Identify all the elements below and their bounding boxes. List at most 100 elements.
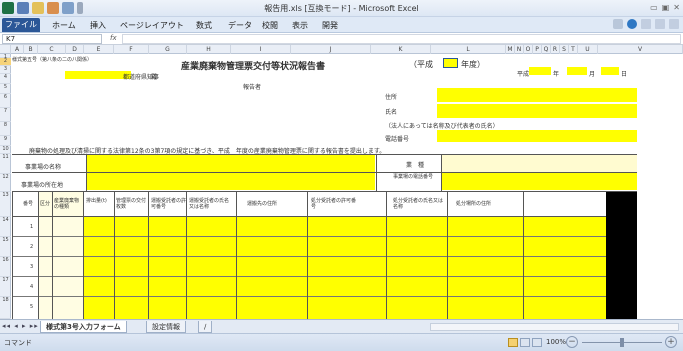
business-name-input[interactable] — [87, 155, 375, 172]
minimize-icon[interactable]: ▭ — [650, 3, 658, 12]
business-phone-input[interactable] — [442, 173, 637, 190]
workbook-restore-icon[interactable] — [655, 19, 665, 29]
address-input[interactable] — [437, 88, 637, 102]
tab-insert[interactable]: 挿入 — [90, 20, 106, 31]
col-header-l[interactable]: L — [431, 45, 506, 54]
col-header-c[interactable]: C — [38, 45, 66, 54]
close-icon[interactable]: ✕ — [673, 3, 680, 12]
tab-formulas[interactable]: 数式 — [196, 20, 212, 31]
col-header-n[interactable]: N — [515, 45, 524, 54]
row-header[interactable]: 18 — [0, 297, 11, 319]
col-header-m[interactable]: M — [506, 45, 515, 54]
sheet-tab-new[interactable]: ∕ — [198, 321, 213, 333]
col-header-d[interactable]: D — [66, 45, 84, 54]
zoom-slider-thumb[interactable] — [620, 338, 624, 347]
period-year-input[interactable] — [443, 58, 458, 68]
select-all-corner[interactable] — [0, 45, 11, 54]
sheet-tab-bar: ◂◂ ◂ ▸ ▸▸ 様式第3号入力フォーム 設定情報 ∕ — [0, 319, 683, 333]
phone-label: 電話番号 — [385, 136, 410, 143]
row-header[interactable]: 9 — [0, 136, 11, 146]
row-header[interactable]: 2 — [0, 58, 11, 66]
phone-input[interactable] — [437, 130, 637, 142]
row-header[interactable]: 12 — [0, 174, 11, 192]
col-header-j[interactable]: J — [291, 45, 371, 54]
fx-icon[interactable]: fx — [110, 34, 117, 42]
col-header-u[interactable]: U — [578, 45, 598, 54]
col-header-q[interactable]: Q — [542, 45, 551, 54]
row-header[interactable]: 16 — [0, 257, 11, 277]
col-manifest-count-header: 管理票の交付枚数 — [116, 198, 147, 210]
col-header-s[interactable]: S — [560, 45, 569, 54]
row-header[interactable]: 15 — [0, 237, 11, 257]
col-header-a[interactable]: A — [11, 45, 24, 54]
zoom-level[interactable]: 100% — [546, 338, 566, 346]
prefecture-input[interactable] — [65, 71, 131, 79]
tab-home[interactable]: ホーム — [52, 20, 76, 31]
col-header-k[interactable]: K — [371, 45, 431, 54]
form-number-label: 様式第五号（第八条の二の八関係） — [12, 57, 93, 63]
business-address-input[interactable] — [87, 173, 375, 190]
table-border-line — [386, 192, 387, 319]
col-header-p[interactable]: P — [533, 45, 542, 54]
name-input[interactable] — [437, 104, 637, 118]
sheet-tab-settings[interactable]: 設定情報 — [146, 321, 186, 333]
col-disposal-permit-header: 処分受託者の許可番号 — [311, 198, 357, 210]
table-border-line — [12, 191, 637, 192]
col-header-h[interactable]: H — [187, 45, 231, 54]
tab-view[interactable]: 表示 — [292, 20, 308, 31]
worksheet-grid[interactable]: 様式第五号（第八条の二の八関係） 産業廃棄物管理票交付等状況報告書 （平成 年度… — [11, 54, 683, 319]
help-icon[interactable] — [627, 19, 637, 29]
table-border-line — [523, 192, 524, 319]
ribbon-collapse-icon[interactable] — [613, 19, 623, 29]
row-header[interactable]: 13 — [0, 192, 11, 217]
col-header-e[interactable]: E — [84, 45, 114, 54]
name-box[interactable]: K7 — [2, 34, 102, 44]
row-header[interactable]: 3 — [0, 66, 11, 74]
table-border-line — [38, 192, 39, 319]
col-header-r[interactable]: R — [551, 45, 560, 54]
row-header[interactable]: 14 — [0, 217, 11, 237]
row-header[interactable]: 8 — [0, 122, 11, 136]
tab-developer[interactable]: 開発 — [322, 20, 338, 31]
normal-view-icon[interactable] — [508, 338, 518, 347]
table-border-line — [12, 296, 606, 297]
row-header[interactable]: 7 — [0, 108, 11, 122]
workbook-close-icon[interactable] — [669, 19, 679, 29]
col-header-v[interactable]: V — [598, 45, 683, 54]
col-header-o[interactable]: O — [524, 45, 533, 54]
formula-input[interactable] — [122, 34, 681, 44]
zoom-out-icon[interactable]: − — [566, 336, 578, 348]
detail-entry-area[interactable] — [83, 216, 606, 319]
date-month-input[interactable] — [567, 67, 587, 75]
col-header-t[interactable]: T — [569, 45, 578, 54]
row-header[interactable]: 11 — [0, 154, 11, 174]
zoom-in-icon[interactable]: + — [665, 336, 677, 348]
row-header[interactable]: 10 — [0, 146, 11, 154]
restore-icon[interactable]: ▣ — [662, 3, 670, 12]
col-emission-header: 排出量(t) — [86, 198, 107, 204]
industry-input[interactable] — [442, 155, 637, 172]
date-year-input[interactable] — [529, 67, 551, 75]
page-layout-view-icon[interactable] — [520, 338, 530, 347]
window-title: 報告用.xls [互換モード] - Microsoft Excel — [264, 4, 419, 13]
date-day-input[interactable] — [601, 67, 619, 75]
tab-page-layout[interactable]: ページレイアウト — [120, 20, 184, 31]
tab-data[interactable]: データ — [228, 20, 252, 31]
page-break-view-icon[interactable] — [532, 338, 542, 347]
tab-review[interactable]: 校閲 — [262, 20, 278, 31]
row-header[interactable]: 6 — [0, 94, 11, 108]
sheet-nav-arrows-icon[interactable]: ◂◂ ◂ ▸ ▸▸ — [2, 322, 39, 330]
row-number-cell: 4 — [30, 284, 34, 290]
horizontal-scrollbar[interactable] — [430, 323, 679, 331]
col-header-f[interactable]: F — [114, 45, 149, 54]
workbook-minimize-icon[interactable] — [641, 19, 651, 29]
col-header-b[interactable]: B — [24, 45, 38, 54]
report-title: 産業廃棄物管理票交付等状況報告書 — [181, 62, 326, 72]
col-header-g[interactable]: G — [149, 45, 187, 54]
tab-file[interactable]: ファイル — [2, 18, 40, 32]
sheet-tab-input-form[interactable]: 様式第3号入力フォーム — [40, 321, 127, 333]
col-header-i[interactable]: I — [231, 45, 291, 54]
row-header[interactable]: 17 — [0, 277, 11, 297]
row-header[interactable]: 4 — [0, 74, 11, 84]
row-header[interactable]: 5 — [0, 84, 11, 94]
